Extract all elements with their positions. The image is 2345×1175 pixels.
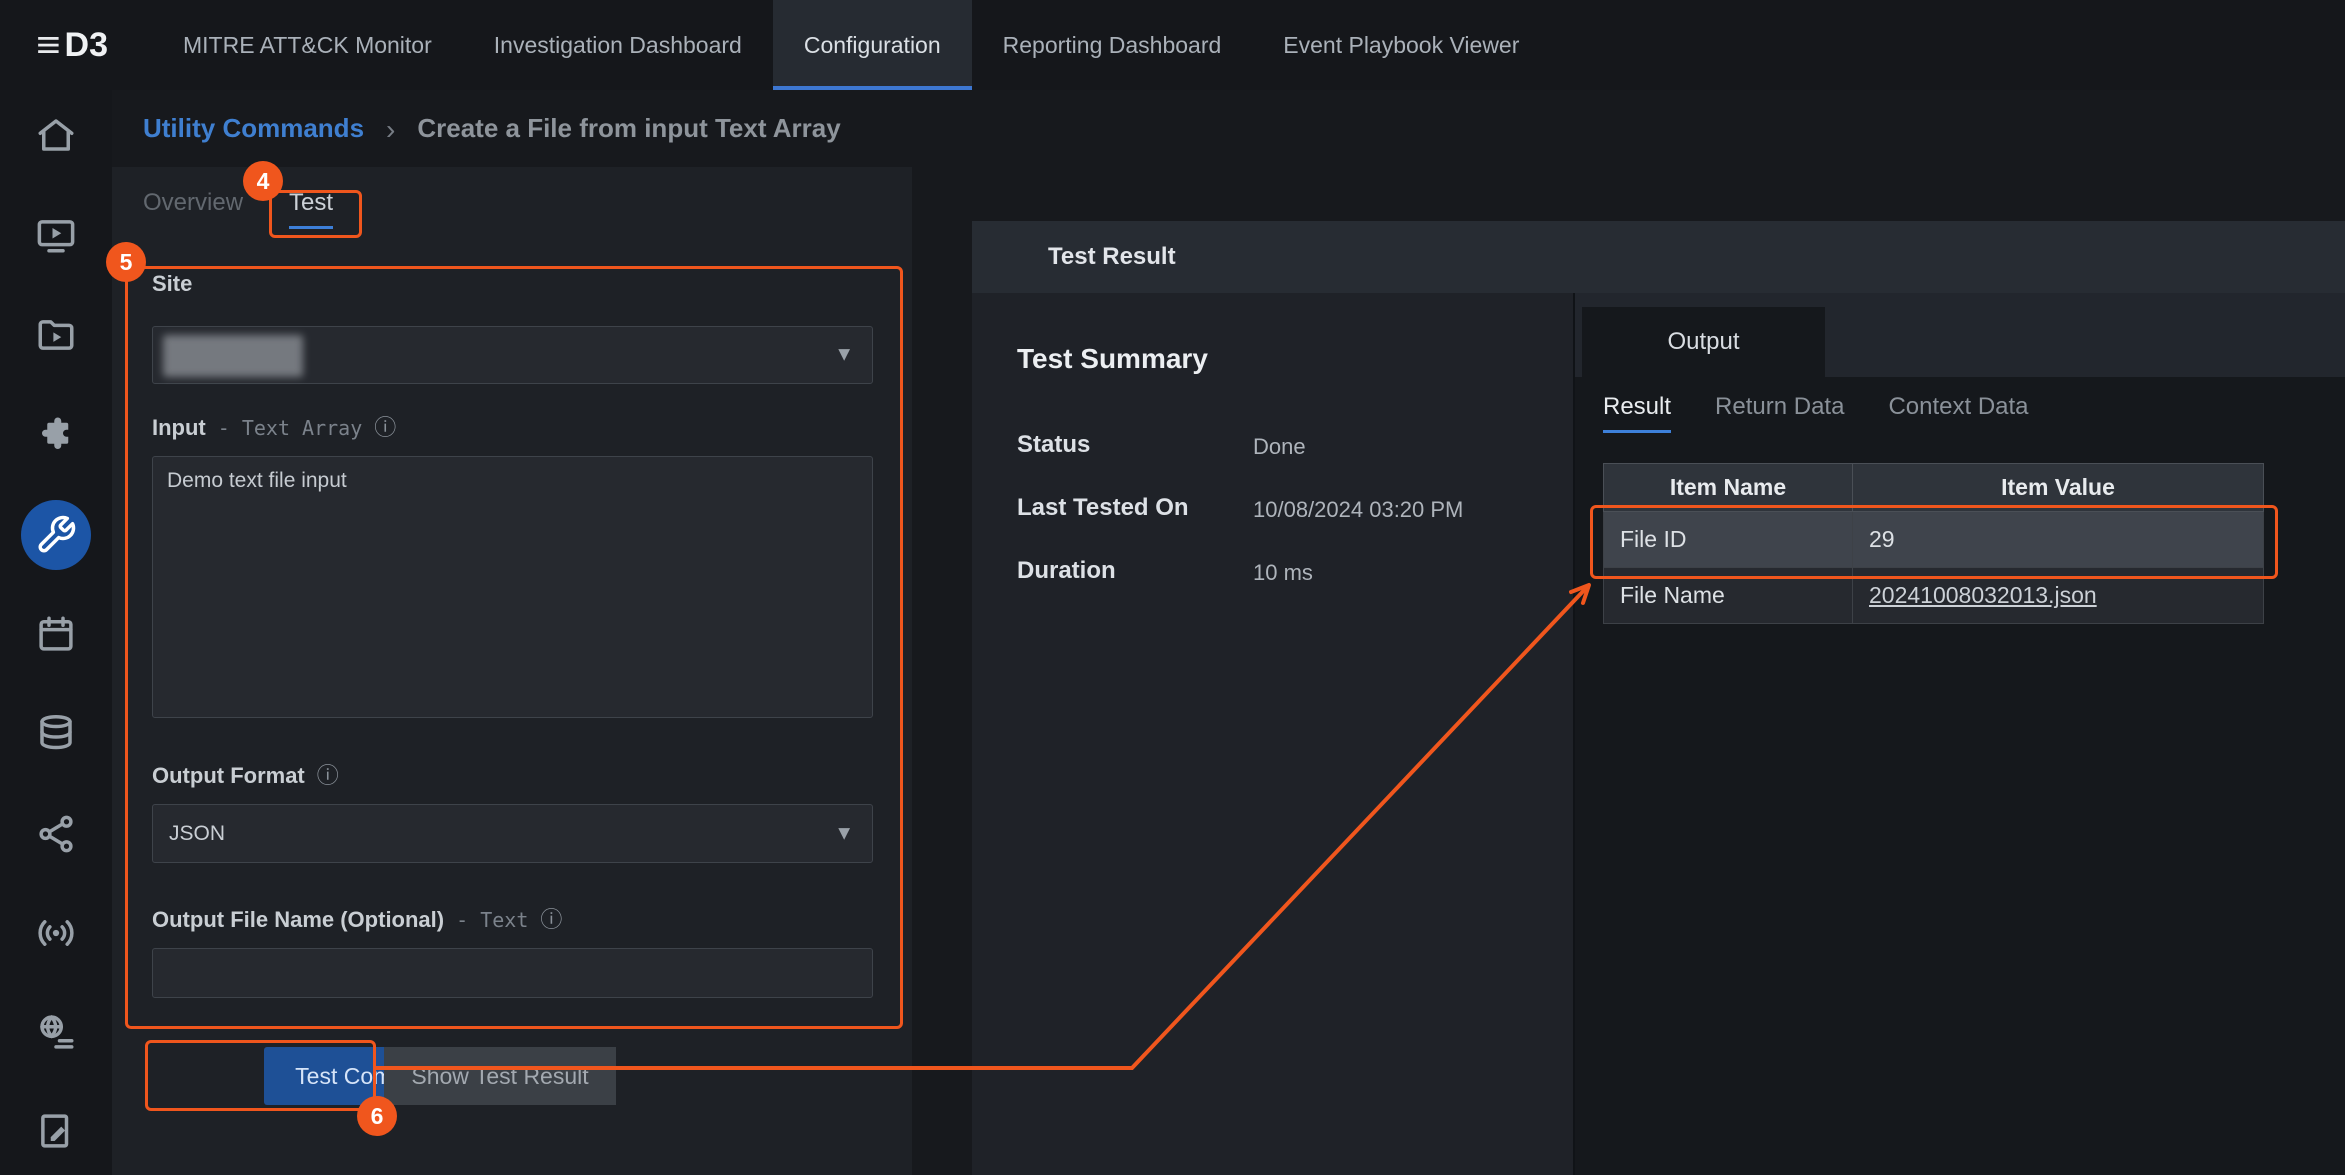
- input-field-label-row: Input - Text Array ⓘ: [152, 415, 396, 441]
- d3-logo[interactable]: ≡ D3: [0, 0, 152, 90]
- icon-sidebar: [0, 90, 112, 1175]
- file-id-value-cell: 29: [1853, 512, 2264, 568]
- wrench-icon[interactable]: [21, 500, 91, 570]
- tab-output[interactable]: Output: [1582, 307, 1825, 377]
- output-file-name-input[interactable]: [152, 948, 873, 998]
- table-row-file-id: File ID 29: [1604, 512, 2264, 568]
- d3-logo-bars-icon: ≡: [36, 26, 58, 64]
- duration-label: Duration: [1017, 557, 1253, 586]
- database-icon[interactable]: [21, 698, 91, 768]
- summary-row-duration: Duration 10 ms: [1017, 557, 1573, 586]
- broadcast-icon[interactable]: [21, 898, 91, 968]
- share-nodes-icon[interactable]: [21, 799, 91, 869]
- nav-mitre-attack-monitor[interactable]: MITRE ATT&CK Monitor: [152, 0, 463, 90]
- test-result-title: Test Result: [1048, 243, 1176, 271]
- status-label: Status: [1017, 431, 1253, 460]
- input-textarea[interactable]: Demo text file input: [152, 456, 873, 718]
- input-type-hint: - Text Array: [218, 416, 363, 440]
- item-value-header: Item Value: [1853, 464, 2264, 512]
- status-value: Done: [1253, 431, 1306, 460]
- subtab-context-data[interactable]: Context Data: [1888, 393, 2028, 433]
- folder-play-icon[interactable]: [21, 300, 91, 370]
- test-result-body: Test Summary Status Done Last Tested On …: [972, 293, 2345, 1175]
- last-tested-label: Last Tested On: [1017, 494, 1253, 523]
- chevron-down-icon: ▼: [834, 344, 854, 367]
- subtab-return-data[interactable]: Return Data: [1715, 393, 1844, 433]
- output-section: Output Result Return Data Context Data I…: [1573, 293, 2345, 1175]
- item-name-header: Item Name: [1604, 464, 1853, 512]
- nav-event-playbook-viewer[interactable]: Event Playbook Viewer: [1252, 0, 1550, 90]
- result-table-header-row: Item Name Item Value: [1604, 464, 2264, 512]
- tab-test[interactable]: Test: [289, 189, 333, 229]
- show-test-result-button[interactable]: Show Test Result: [384, 1047, 616, 1105]
- page-title: Create a File from input Text Array: [417, 113, 840, 144]
- info-icon[interactable]: ⓘ: [374, 417, 396, 439]
- monitor-play-icon[interactable]: [21, 200, 91, 270]
- info-icon[interactable]: ⓘ: [317, 765, 339, 787]
- output-format-value: JSON: [169, 822, 225, 846]
- output-file-name-label-row: Output File Name (Optional) - Text ⓘ: [152, 907, 562, 933]
- output-subtabs: Result Return Data Context Data: [1575, 377, 2345, 433]
- chevron-down-icon: ▼: [834, 822, 854, 845]
- output-file-name-label: Output File Name (Optional): [152, 907, 444, 933]
- command-panel: Overview Test Site ▼ Input - Text Array …: [112, 167, 912, 1175]
- info-icon[interactable]: ⓘ: [540, 909, 562, 931]
- test-result-panel: Test Result Test Summary Status Done Las…: [972, 221, 2345, 1175]
- result-table: Item Name Item Value File ID 29 File Nam…: [1603, 463, 2264, 624]
- calendar-icon[interactable]: [21, 599, 91, 669]
- site-value-redacted: [163, 335, 303, 377]
- top-nav: MITRE ATT&CK Monitor Investigation Dashb…: [152, 0, 1550, 90]
- output-format-dropdown[interactable]: JSON ▼: [152, 804, 873, 863]
- duration-value: 10 ms: [1253, 557, 1313, 586]
- top-nav-bar: ≡ D3 MITRE ATT&CK Monitor Investigation …: [0, 0, 2345, 90]
- d3-logo-text: D3: [65, 26, 108, 65]
- globe-settings-icon[interactable]: [21, 997, 91, 1067]
- home-icon[interactable]: [21, 100, 91, 170]
- command-panel-tabs: Overview Test: [143, 189, 333, 229]
- nav-reporting-dashboard[interactable]: Reporting Dashboard: [972, 0, 1253, 90]
- breadcrumb: Utility Commands › Create a File from in…: [0, 90, 2345, 167]
- site-label: Site: [152, 271, 192, 297]
- summary-row-status: Status Done: [1017, 431, 1573, 460]
- test-summary-section: Test Summary Status Done Last Tested On …: [972, 293, 1573, 1175]
- last-tested-value: 10/08/2024 03:20 PM: [1253, 494, 1463, 523]
- summary-row-last-tested: Last Tested On 10/08/2024 03:20 PM: [1017, 494, 1573, 523]
- chevron-right-icon: ›: [386, 112, 395, 146]
- test-result-header: Test Result: [972, 221, 2345, 293]
- table-row-file-name: File Name 20241008032013.json: [1604, 568, 2264, 624]
- site-field-label-row: Site: [152, 271, 192, 297]
- file-name-value-cell: 20241008032013.json: [1853, 568, 2264, 624]
- document-edit-icon[interactable]: [21, 1096, 91, 1166]
- nav-investigation-dashboard[interactable]: Investigation Dashboard: [463, 0, 773, 90]
- file-name-link[interactable]: 20241008032013.json: [1869, 582, 2097, 608]
- puzzle-icon[interactable]: [21, 400, 91, 470]
- output-format-label-row: Output Format ⓘ: [152, 763, 339, 789]
- output-file-type-hint: - Text: [456, 908, 528, 932]
- output-format-label: Output Format: [152, 763, 305, 789]
- app-window: ≡ D3 MITRE ATT&CK Monitor Investigation …: [0, 0, 2345, 1175]
- nav-configuration[interactable]: Configuration: [773, 0, 972, 90]
- file-id-name-cell: File ID: [1604, 512, 1853, 568]
- subtab-result[interactable]: Result: [1603, 393, 1671, 433]
- breadcrumb-parent-link[interactable]: Utility Commands: [143, 113, 364, 144]
- site-dropdown[interactable]: ▼: [152, 326, 873, 384]
- input-label: Input: [152, 415, 206, 441]
- test-summary-title: Test Summary: [1017, 343, 1573, 375]
- file-name-name-cell: File Name: [1604, 568, 1853, 624]
- tab-overview[interactable]: Overview: [143, 189, 243, 229]
